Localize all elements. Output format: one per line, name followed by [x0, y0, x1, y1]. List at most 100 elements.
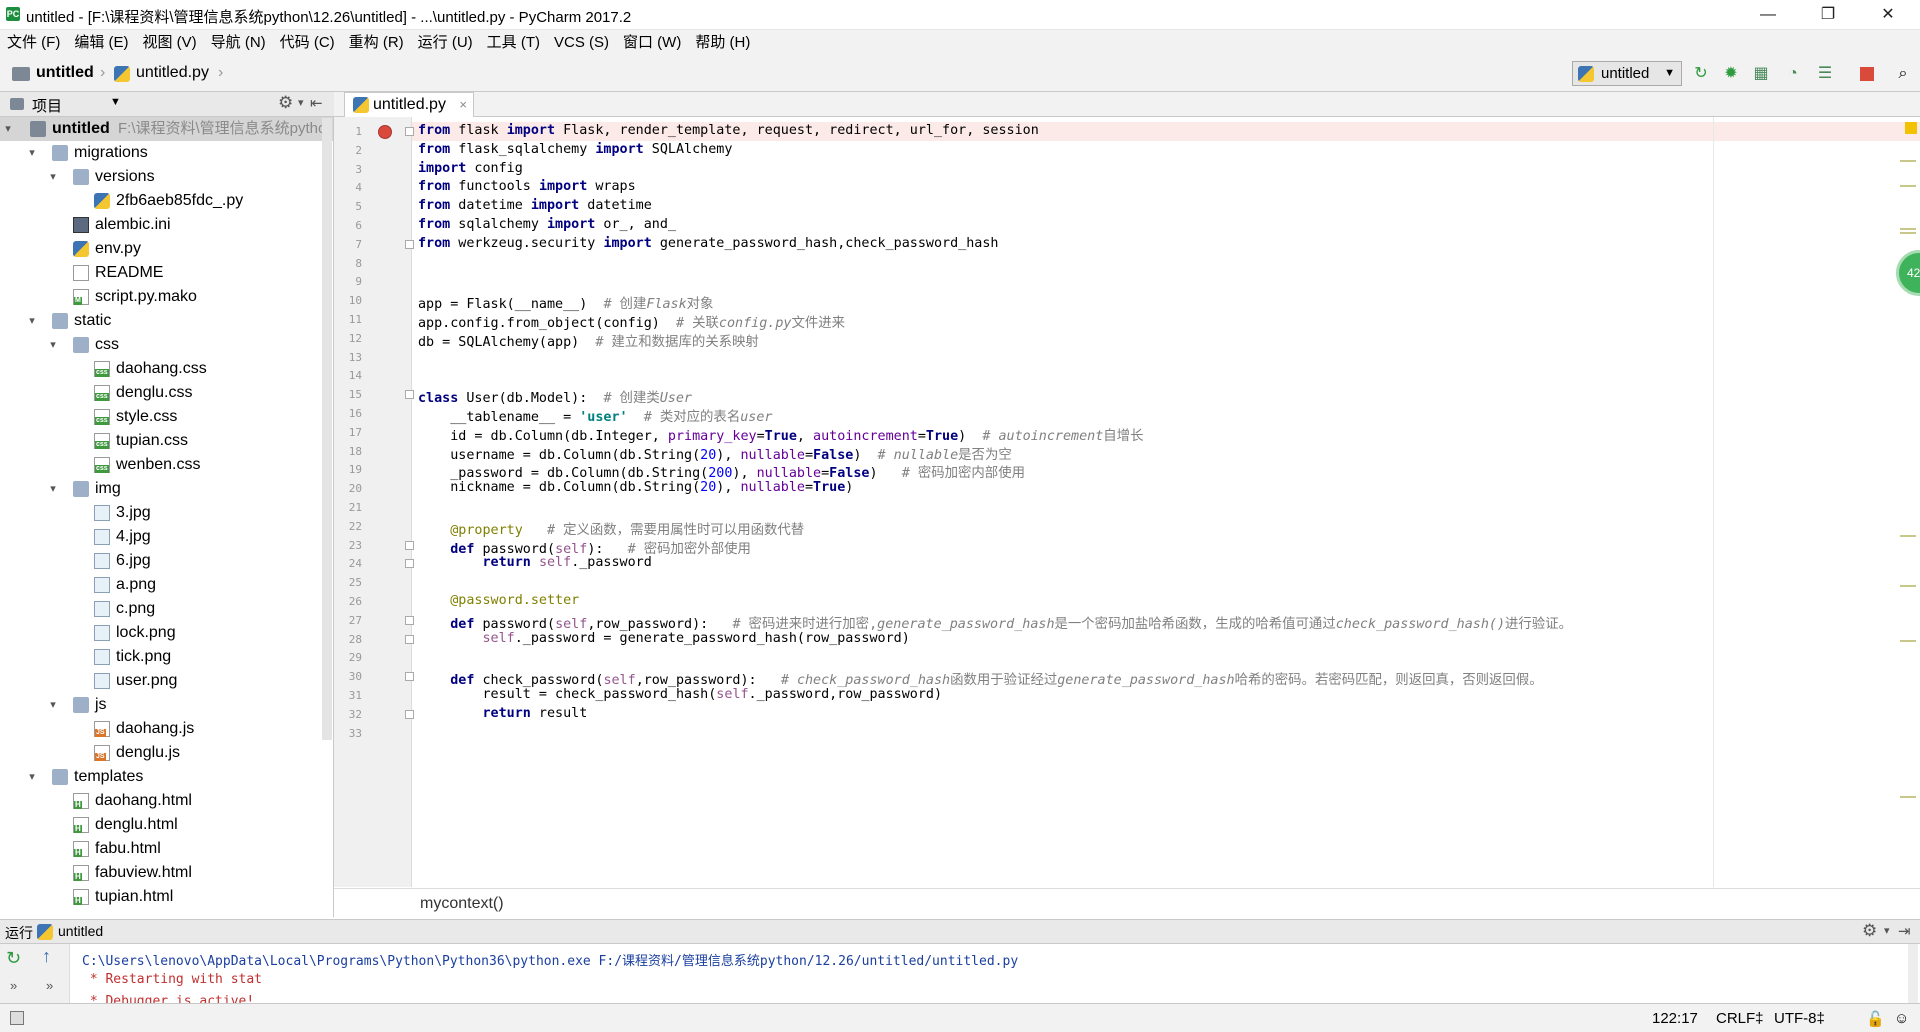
expand-arrow-icon[interactable]: ▾ [2, 117, 14, 141]
error-stripe-marker[interactable] [1900, 160, 1916, 162]
fold-marker-icon[interactable] [405, 390, 414, 400]
menu-item[interactable]: 重构 (R) [342, 30, 411, 53]
code-line[interactable]: from datetime import datetime [418, 198, 652, 213]
rerun-icon[interactable]: ↻ [1690, 64, 1712, 84]
fold-marker-icon[interactable] [405, 672, 414, 682]
run-config-select[interactable]: untitled ▼ [1572, 61, 1682, 86]
file-encoding[interactable]: UTF-8‡ [1774, 1010, 1825, 1027]
menu-item[interactable]: 窗口 (W) [616, 30, 688, 53]
code-line[interactable]: def check_password(self,row_password): #… [418, 668, 1542, 688]
code-line[interactable]: nickname = db.Column(db.String(20), null… [418, 480, 853, 495]
fold-marker-icon[interactable] [405, 634, 414, 644]
lock-icon[interactable]: 🔓 [1866, 1010, 1885, 1028]
close-icon[interactable]: × [459, 93, 467, 117]
fold-marker-icon[interactable] [405, 540, 414, 550]
tree-root[interactable]: ▾ untitled F:\课程资料\管理信息系统pytho [0, 117, 333, 141]
close-button[interactable]: ✕ [1860, 0, 1916, 30]
line-separator[interactable]: CRLF‡ [1716, 1010, 1764, 1027]
collapse-panel-icon[interactable]: ⇤ [310, 94, 323, 112]
code-line[interactable]: def password(self,row_password): # 密码进来时… [418, 612, 1572, 632]
chevron-down-icon[interactable]: ▼ [110, 96, 121, 108]
project-panel-title[interactable]: 项目 [32, 95, 62, 116]
code-editor[interactable]: 1 2 3 4 5 6 7 8 9 10 11 12 13 14 15 16 17 18 19 20 21 22 23 24 2… [334, 117, 1920, 887]
menu-item[interactable]: 视图 (V) [136, 30, 204, 53]
gear-icon[interactable]: ⚙ [1862, 921, 1877, 941]
chevron-down-icon[interactable]: ▾ [298, 96, 304, 109]
expand-arrow-icon[interactable]: ▾ [26, 765, 38, 789]
scroll-up-icon[interactable]: ↑ [42, 946, 51, 967]
expand-arrow-icon[interactable]: ▾ [47, 477, 59, 501]
minimize-button[interactable]: — [1740, 0, 1796, 30]
breadcrumb-project[interactable]: untitled [36, 64, 94, 82]
code-line[interactable]: _password = db.Column(db.String(200), nu… [418, 461, 1025, 481]
fold-marker-icon[interactable] [405, 615, 414, 625]
context-breadcrumb[interactable]: mycontext() [420, 895, 504, 913]
coverage-icon[interactable]: ▦ [1750, 64, 1772, 84]
menu-item[interactable]: 帮助 (H) [688, 30, 757, 53]
tab-untitled-py[interactable]: untitled.py × [344, 92, 474, 117]
breadcrumb-file[interactable]: untitled.py [136, 64, 209, 82]
error-stripe-marker[interactable] [1900, 228, 1916, 230]
code-line[interactable]: __tablename__ = 'user' # 类对应的表名user [418, 405, 772, 425]
code-line[interactable]: from flask_sqlalchemy import SQLAlchemy [418, 142, 732, 157]
expand-arrow-icon[interactable]: ▾ [26, 141, 38, 165]
code-line[interactable]: username = db.Column(db.String(20), null… [418, 443, 1012, 463]
code-line[interactable]: return self._password [418, 555, 652, 570]
code-line[interactable]: result = check_password_hash(self._passw… [418, 687, 942, 702]
fold-marker-icon[interactable] [405, 709, 414, 719]
code-line[interactable]: db = SQLAlchemy(app) # 建立和数据库的关系映射 [418, 330, 759, 350]
code-line[interactable]: from werkzeug.security import generate_p… [418, 236, 998, 251]
fold-marker-icon[interactable] [405, 127, 414, 136]
debug-icon[interactable]: ✹ [1720, 64, 1742, 84]
fold-marker-icon[interactable] [405, 239, 414, 249]
code-line[interactable]: from sqlalchemy import or_, and_ [418, 217, 676, 232]
expand-arrow-icon[interactable]: ▾ [47, 333, 59, 357]
menu-item[interactable]: 编辑 (E) [67, 30, 135, 53]
error-stripe-marker[interactable] [1900, 185, 1916, 187]
menu-item[interactable]: VCS (S) [547, 30, 616, 53]
code-line[interactable]: def password(self): # 密码加密外部使用 [418, 537, 751, 557]
rerun-icon[interactable]: ↻ [6, 948, 21, 969]
menu-item[interactable]: 代码 (C) [273, 30, 342, 53]
console-scrollbar[interactable] [1908, 944, 1918, 1003]
tree-scrollbar[interactable] [322, 118, 332, 740]
error-stripe-marker[interactable] [1900, 640, 1916, 642]
stop-icon[interactable] [1856, 64, 1878, 84]
fold-marker-icon[interactable] [405, 559, 414, 569]
chevron-down-icon[interactable]: ▾ [1884, 924, 1890, 937]
code-line[interactable]: class User(db.Model): # 创建类User [418, 386, 692, 406]
error-stripe-marker[interactable] [1900, 232, 1916, 234]
menu-item[interactable]: 运行 (U) [411, 30, 480, 53]
code-line[interactable]: app.config.from_object(config) # 关联confi… [418, 311, 845, 331]
warning-icon[interactable] [1905, 122, 1917, 134]
concurrency-icon[interactable]: ☰ [1814, 64, 1836, 84]
expand-more-icon[interactable]: » [46, 978, 53, 993]
expand-arrow-icon[interactable]: ▾ [47, 165, 59, 189]
code-line[interactable]: id = db.Column(db.Integer, primary_key=T… [418, 424, 1143, 444]
menu-item[interactable]: 导航 (N) [204, 30, 273, 53]
code-line[interactable]: return result [418, 706, 588, 721]
menu-item[interactable]: 文件 (F) [0, 30, 67, 53]
expand-arrow-icon[interactable]: ▾ [26, 309, 38, 333]
code-line[interactable]: self._password = generate_password_hash(… [418, 631, 910, 646]
toggle-tool-windows-icon[interactable] [10, 1011, 24, 1025]
code-line[interactable]: app = Flask(__name__) # 创建Flask对象 [418, 292, 713, 312]
code-line[interactable]: import config [418, 161, 523, 176]
gear-icon[interactable]: ⚙ [278, 93, 293, 113]
search-icon[interactable]: ⌕ [1892, 64, 1914, 84]
caret-position[interactable]: 122:17 [1652, 1010, 1698, 1027]
error-stripe-marker[interactable] [1900, 535, 1916, 537]
breakpoint-icon[interactable] [378, 125, 392, 139]
hide-panel-icon[interactable]: ⇥ [1898, 922, 1911, 940]
inspector-icon[interactable]: ☺ [1894, 1010, 1909, 1027]
expand-arrow-icon[interactable]: ▾ [47, 693, 59, 717]
menu-item[interactable]: 工具 (T) [480, 30, 547, 53]
code-line[interactable]: @property # 定义函数，需要用属性时可以用函数代替 [418, 518, 804, 538]
run-console[interactable]: C:\Users\lenovo\AppData\Local\Programs\P… [0, 944, 1920, 1009]
maximize-button[interactable]: ❐ [1800, 0, 1856, 30]
run-config-tab[interactable]: untitled [58, 923, 103, 939]
error-stripe-marker[interactable] [1900, 585, 1916, 587]
profile-icon[interactable]: ◔ [1782, 64, 1804, 84]
code-line[interactable]: @password.setter [418, 593, 579, 608]
code-line[interactable]: from flask import Flask, render_template… [418, 123, 1039, 138]
